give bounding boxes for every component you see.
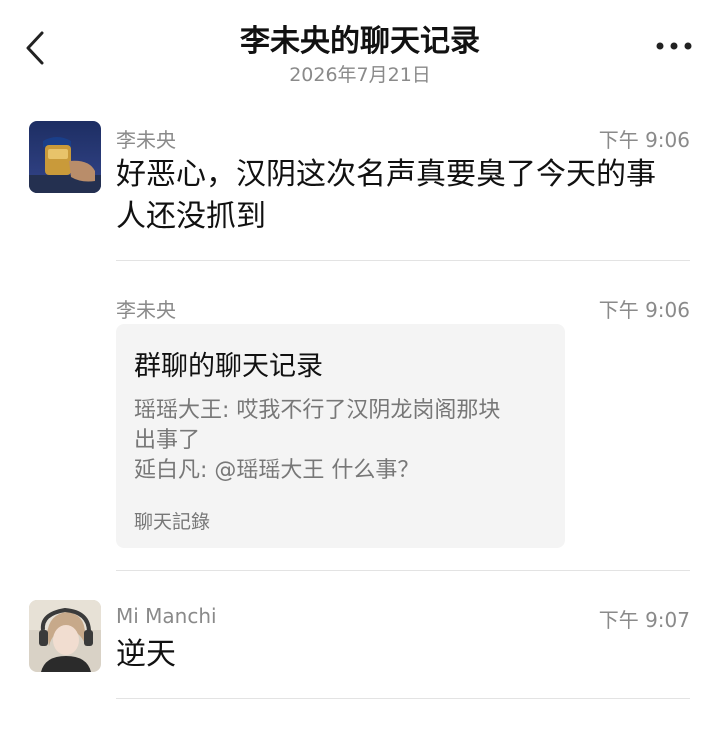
message-time: 下午 9:06 (598, 128, 690, 152)
message-text-line: 人还没抓到 (116, 199, 266, 234)
divider (116, 698, 690, 699)
chat-date: 2026年7月21日 (289, 64, 431, 86)
sender-name: 李未央 (116, 128, 176, 152)
chat-record-line: 出事了 (134, 428, 201, 453)
chat-record-card[interactable]: 群聊的聊天记录 瑶瑶大王: 哎我不行了汉阴龙岗阁那块 出事了 延白凡: @瑶瑶大… (116, 324, 565, 548)
message-text-line: 好恶心，汉阴这次名声真要臭了今天的事 (116, 157, 656, 192)
message-text-line: 逆天 (116, 637, 176, 672)
sender-name: Mi Manchi (116, 604, 217, 628)
header: 李未央的聊天记录 2026年7月21日 (0, 0, 720, 100)
message-time: 下午 9:06 (598, 298, 690, 322)
message-text: 好恶心，汉阴这次名声真要臭了今天的事 人还没抓到 (116, 154, 686, 238)
message-text: 逆天 (116, 634, 686, 676)
more-horizontal-icon (656, 42, 692, 50)
more-button[interactable] (654, 34, 694, 58)
message-item: 李未央 下午 9:06 好恶心，汉阴这次名声真要臭了今天的事 人还没抓到 (0, 118, 720, 263)
message-item: Mi Manchi 下午 9:07 逆天 (0, 598, 720, 702)
chat-record-line: 瑶瑶大王: 哎我不行了汉阴龙岗阁那块 (134, 398, 501, 423)
divider (116, 260, 690, 261)
avatar-image (29, 121, 101, 193)
chat-record-preview: 瑶瑶大王: 哎我不行了汉阴龙岗阁那块 出事了 延白凡: @瑶瑶大王 什么事？ (134, 396, 554, 486)
message-time: 下午 9:07 (598, 608, 690, 632)
sender-name: 李未央 (116, 298, 176, 322)
avatar[interactable] (29, 121, 101, 193)
chat-record-footer: 聊天記錄 (134, 511, 211, 533)
avatar[interactable] (29, 600, 101, 672)
page-title: 李未央的聊天记录 (240, 24, 480, 59)
chat-record-title: 群聊的聊天记录 (134, 351, 323, 382)
divider (116, 570, 690, 571)
chat-record-line: 延白凡: @瑶瑶大王 什么事？ (134, 458, 420, 483)
message-item: 李未央 下午 9:06 群聊的聊天记录 瑶瑶大王: 哎我不行了汉阴龙岗阁那块 出… (0, 288, 720, 573)
avatar-image (29, 600, 101, 672)
